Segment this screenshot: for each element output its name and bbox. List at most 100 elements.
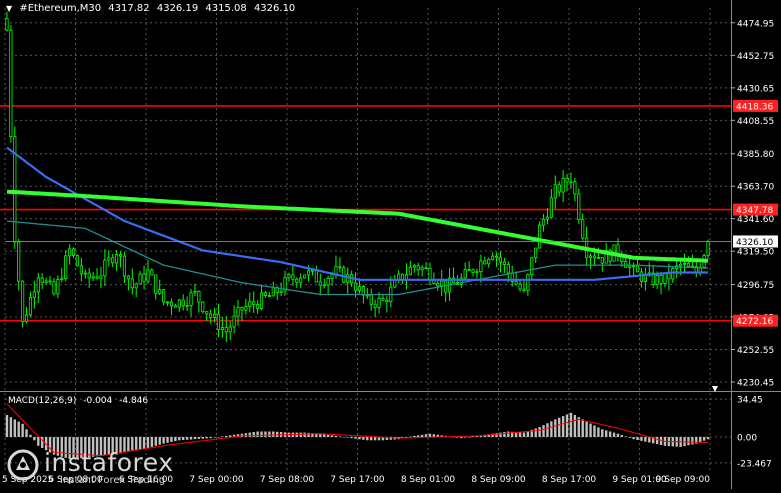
candle-body	[561, 177, 565, 193]
candle-body	[162, 289, 166, 303]
macd-bar	[558, 417, 561, 437]
macd-bar	[706, 437, 710, 440]
level-tag-label: 4347.78	[736, 206, 773, 216]
macd-bar	[5, 415, 9, 437]
symbol-label: #Ethereum,M30	[19, 3, 102, 14]
candle-body	[471, 269, 475, 273]
price-tick-label: 4474.95	[737, 19, 774, 29]
macd-bar	[170, 437, 173, 442]
candle-body	[467, 269, 471, 271]
high-value: 4326.19	[156, 3, 199, 14]
candle-body	[353, 282, 358, 291]
macd-bar	[201, 437, 204, 439]
candle-body	[71, 248, 76, 256]
candle-body	[463, 269, 467, 279]
macd-bar	[648, 437, 651, 443]
macd-bar	[569, 412, 573, 437]
candle-body	[165, 301, 170, 304]
logo-icon	[7, 449, 39, 481]
macd-bar	[37, 437, 40, 446]
macd-bar	[189, 437, 193, 440]
price-tick-label: 4408.55	[737, 117, 774, 127]
price-tick-label: 4230.45	[737, 378, 774, 388]
candle-body	[318, 281, 322, 286]
candle-body	[291, 274, 295, 280]
price-tick-label: 4363.70	[737, 183, 774, 193]
candle-body	[197, 290, 201, 303]
candle-body	[502, 261, 506, 265]
candle-body	[287, 274, 291, 278]
current-price-label: 4326.10	[736, 238, 773, 248]
macd-bar	[13, 419, 16, 437]
candle-body	[24, 314, 29, 322]
candle-body	[306, 270, 311, 276]
candle-body	[32, 291, 36, 298]
macd-bar	[158, 437, 161, 445]
time-tick-label: 8 Sep 09:00	[471, 475, 526, 485]
macd-bar	[691, 437, 694, 445]
macd-bar	[185, 437, 189, 440]
macd-bar	[503, 432, 506, 437]
candle-body	[577, 193, 581, 221]
candle-body	[357, 286, 362, 291]
candle-body	[424, 267, 428, 270]
candle-body	[295, 278, 299, 283]
macd-bar	[268, 431, 271, 437]
macd-bar	[244, 433, 248, 437]
candle-body	[428, 267, 432, 281]
candle-body	[259, 292, 264, 309]
macd-bar	[358, 437, 361, 440]
candle-body	[209, 313, 213, 318]
candle-body	[228, 326, 232, 333]
candle-body	[639, 271, 644, 282]
candle-body	[369, 294, 373, 305]
candle-body	[440, 280, 444, 287]
candle-body	[487, 258, 491, 265]
dropdown-triangle-icon[interactable]: ▼	[6, 4, 12, 13]
candle-body	[44, 280, 48, 283]
time-tick-label: 8 Sep 17:00	[542, 475, 597, 485]
candle-body	[632, 265, 636, 268]
candle-body	[682, 262, 687, 265]
candle-body	[408, 266, 412, 276]
candle-body	[177, 299, 181, 308]
price-chart[interactable]: 4474.95 4452.75 4430.65 4408.55 4385.80 4363.…	[0, 0, 781, 489]
macd-bar	[554, 419, 557, 437]
macd-bar	[624, 436, 627, 437]
candle-body	[377, 297, 381, 308]
macd-bar	[346, 437, 349, 438]
candle-body	[126, 275, 130, 280]
macd-signal-value: -4.846	[119, 396, 149, 406]
macd-bar	[612, 432, 616, 437]
candle-body	[263, 292, 268, 296]
macd-bar	[326, 434, 330, 437]
macd-bar	[413, 435, 416, 437]
macd-bar	[640, 437, 643, 441]
candle-body	[87, 272, 91, 279]
macd-bar	[370, 437, 373, 441]
candle-body	[99, 275, 103, 279]
macd-bar	[338, 436, 342, 437]
candle-body	[173, 305, 177, 308]
macd-label: MACD(12,26,9)	[8, 396, 77, 406]
candle-body	[9, 29, 13, 138]
candle-body	[279, 290, 283, 293]
macd-bar	[229, 435, 232, 437]
candle-body	[671, 268, 675, 280]
macd-bar	[593, 425, 596, 437]
macd-bar	[655, 437, 659, 445]
time-tick-label: 8 Sep 01:00	[401, 475, 456, 485]
macd-bar	[460, 437, 463, 439]
candle-body	[393, 279, 397, 288]
macd-bar	[534, 428, 537, 437]
macd-bar	[350, 437, 353, 439]
candle-body	[91, 276, 95, 279]
candle-body	[436, 283, 440, 287]
macd-bar	[29, 434, 32, 437]
macd-bar	[217, 437, 220, 438]
candle-body	[158, 289, 162, 294]
candle-body	[706, 241, 710, 256]
candle-body	[338, 266, 342, 269]
candle-body	[534, 247, 538, 259]
price-tick-label: 4452.75	[737, 52, 774, 62]
